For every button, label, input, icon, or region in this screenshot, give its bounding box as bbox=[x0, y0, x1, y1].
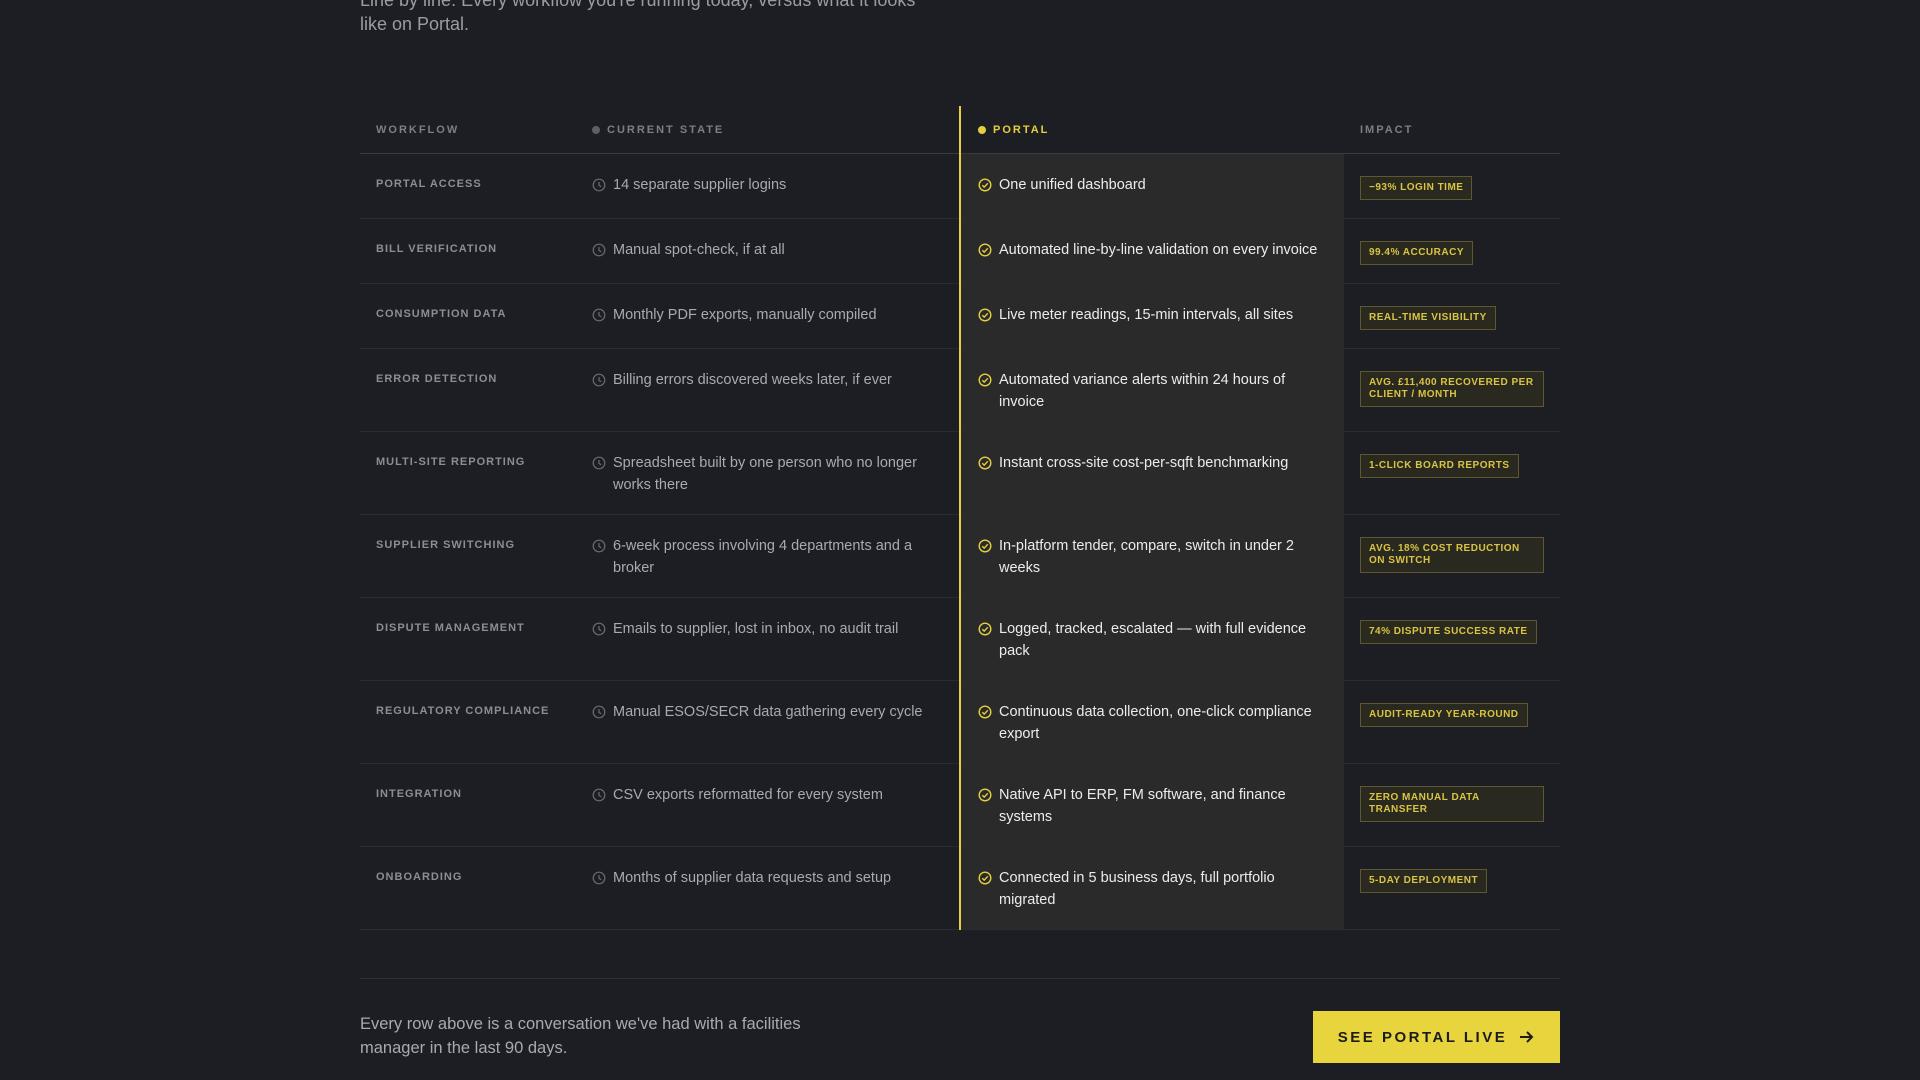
check-circle-icon bbox=[978, 372, 992, 387]
portal-cell: One unified dashboard bbox=[978, 174, 1332, 196]
clock-icon bbox=[592, 307, 606, 322]
impact-badge: AUDIT-READY YEAR-ROUND bbox=[1360, 703, 1528, 727]
workflow-label: BILL VERIFICATION bbox=[376, 243, 498, 255]
current-state-text: 6-week process involving 4 departments a… bbox=[613, 538, 913, 576]
see-portal-live-button[interactable]: SEE PORTAL LIVE bbox=[1313, 1011, 1560, 1063]
portal-cell: In-platform tender, compare, switch in u… bbox=[978, 535, 1332, 579]
current-state-cell: Manual ESOS/SECR data gathering every cy… bbox=[592, 701, 936, 723]
header-impact: IMPACT bbox=[1360, 123, 1414, 136]
portal-cell: Live meter readings, 15-min intervals, a… bbox=[978, 304, 1332, 326]
current-state-text: Billing errors discovered weeks later, i… bbox=[613, 372, 892, 388]
comparison-table: WORKFLOW CURRENT STATE PORTAL IMPACT POR… bbox=[360, 106, 1560, 930]
portal-text: Native API to ERP, FM software, and fina… bbox=[999, 787, 1286, 825]
impact-badge: ZERO MANUAL DATA TRANSFER bbox=[1360, 786, 1544, 822]
workflow-label: REGULATORY COMPLIANCE bbox=[376, 705, 550, 717]
portal-cell: Automated variance alerts within 24 hour… bbox=[978, 369, 1332, 413]
impact-badge: 5-DAY DEPLOYMENT bbox=[1360, 869, 1488, 893]
divider bbox=[360, 978, 1560, 979]
footer-text: Every row above is a conversation we've … bbox=[360, 1015, 801, 1057]
header-portal-label: PORTAL bbox=[993, 123, 1050, 136]
page: Line by line. Every workflow you're runn… bbox=[0, 0, 1920, 1080]
header-current-label: CURRENT STATE bbox=[607, 123, 725, 136]
check-circle-icon bbox=[978, 177, 992, 192]
clock-icon bbox=[592, 455, 606, 470]
check-circle-icon bbox=[978, 621, 992, 636]
workflow-label: INTEGRATION bbox=[376, 788, 462, 800]
impact-badge: 1-CLICK BOARD REPORTS bbox=[1360, 454, 1519, 478]
workflow-label: MULTI-SITE REPORTING bbox=[376, 456, 526, 468]
portal-text: Instant cross-site cost-per-sqft benchma… bbox=[999, 455, 1289, 471]
workflow-label: DISPUTE MANAGEMENT bbox=[376, 622, 525, 634]
current-state-cell: Months of supplier data requests and set… bbox=[592, 867, 936, 889]
impact-badge: −93% LOGIN TIME bbox=[1360, 176, 1473, 200]
check-circle-icon bbox=[978, 704, 992, 719]
workflow-label: PORTAL ACCESS bbox=[376, 178, 482, 190]
current-state-text: 14 separate supplier logins bbox=[613, 177, 787, 193]
portal-cell: Instant cross-site cost-per-sqft benchma… bbox=[978, 452, 1332, 474]
grey-dot-icon bbox=[592, 125, 600, 134]
impact-badge: 99.4% ACCURACY bbox=[1360, 241, 1473, 265]
portal-text: Automated line-by-line validation on eve… bbox=[999, 242, 1318, 258]
arrow-right-icon bbox=[1520, 1031, 1534, 1043]
clock-icon bbox=[592, 372, 606, 387]
current-state-cell: Billing errors discovered weeks later, i… bbox=[592, 369, 936, 391]
portal-text: Automated variance alerts within 24 hour… bbox=[999, 372, 1286, 410]
current-state-text: Monthly PDF exports, manually compiled bbox=[613, 307, 877, 323]
impact-badge: REAL-TIME VISIBILITY bbox=[1360, 306, 1496, 330]
check-circle-icon bbox=[978, 538, 992, 553]
clock-icon bbox=[592, 704, 606, 719]
current-state-cell: CSV exports reformatted for every system bbox=[592, 784, 936, 806]
current-state-text: CSV exports reformatted for every system bbox=[613, 787, 883, 803]
portal-text: One unified dashboard bbox=[999, 177, 1146, 193]
impact-badge: 74% DISPUTE SUCCESS RATE bbox=[1360, 620, 1537, 644]
current-state-text: Emails to supplier, lost in inbox, no au… bbox=[613, 621, 899, 637]
portal-column-accent-line bbox=[959, 106, 961, 930]
intro-text: Line by line. Every workflow you're runn… bbox=[360, 0, 916, 34]
check-circle-icon bbox=[978, 242, 992, 257]
header-workflow: WORKFLOW bbox=[376, 123, 460, 136]
current-state-cell: Spreadsheet built by one person who no l… bbox=[592, 452, 936, 496]
workflow-label: ERROR DETECTION bbox=[376, 373, 498, 385]
clock-icon bbox=[592, 242, 606, 257]
current-state-cell: Emails to supplier, lost in inbox, no au… bbox=[592, 618, 936, 640]
clock-icon bbox=[592, 870, 606, 885]
current-state-cell: Manual spot-check, if at all bbox=[592, 239, 936, 261]
current-state-cell: Monthly PDF exports, manually compiled bbox=[592, 304, 936, 326]
clock-icon bbox=[592, 177, 606, 192]
yellow-dot-icon bbox=[978, 125, 986, 134]
workflow-label: SUPPLIER SWITCHING bbox=[376, 539, 516, 551]
check-circle-icon bbox=[978, 870, 992, 885]
current-state-cell: 14 separate supplier logins bbox=[592, 174, 936, 196]
current-state-text: Months of supplier data requests and set… bbox=[613, 870, 892, 886]
current-state-text: Manual spot-check, if at all bbox=[613, 242, 785, 258]
portal-text: Live meter readings, 15-min intervals, a… bbox=[999, 307, 1294, 323]
check-circle-icon bbox=[978, 455, 992, 470]
header-portal: PORTAL bbox=[978, 124, 1332, 136]
clock-icon bbox=[592, 538, 606, 553]
current-state-text: Manual ESOS/SECR data gathering every cy… bbox=[613, 704, 923, 720]
check-circle-icon bbox=[978, 787, 992, 802]
workflow-label: CONSUMPTION DATA bbox=[376, 308, 507, 320]
clock-icon bbox=[592, 787, 606, 802]
portal-text: In-platform tender, compare, switch in u… bbox=[999, 538, 1294, 576]
portal-cell: Connected in 5 business days, full portf… bbox=[978, 867, 1332, 911]
header-current-state: CURRENT STATE bbox=[592, 124, 936, 136]
portal-text: Continuous data collection, one-click co… bbox=[999, 704, 1312, 742]
cta-label: SEE PORTAL LIVE bbox=[1337, 1028, 1508, 1046]
clock-icon bbox=[592, 621, 606, 636]
portal-cell: Automated line-by-line validation on eve… bbox=[978, 239, 1332, 261]
workflow-label: ONBOARDING bbox=[376, 871, 463, 883]
portal-cell: Native API to ERP, FM software, and fina… bbox=[978, 784, 1332, 828]
portal-text: Logged, tracked, escalated — with full e… bbox=[999, 621, 1307, 659]
portal-cell: Logged, tracked, escalated — with full e… bbox=[978, 618, 1332, 662]
current-state-cell: 6-week process involving 4 departments a… bbox=[592, 535, 936, 579]
portal-text: Connected in 5 business days, full portf… bbox=[999, 870, 1275, 908]
current-state-text: Spreadsheet built by one person who no l… bbox=[613, 455, 917, 493]
impact-badge: AVG. 18% COST REDUCTION ON SWITCH bbox=[1360, 537, 1544, 573]
check-circle-icon bbox=[978, 307, 992, 322]
impact-badge: AVG. £11,400 RECOVERED PER CLIENT / MONT… bbox=[1360, 371, 1544, 407]
portal-cell: Continuous data collection, one-click co… bbox=[978, 701, 1332, 745]
